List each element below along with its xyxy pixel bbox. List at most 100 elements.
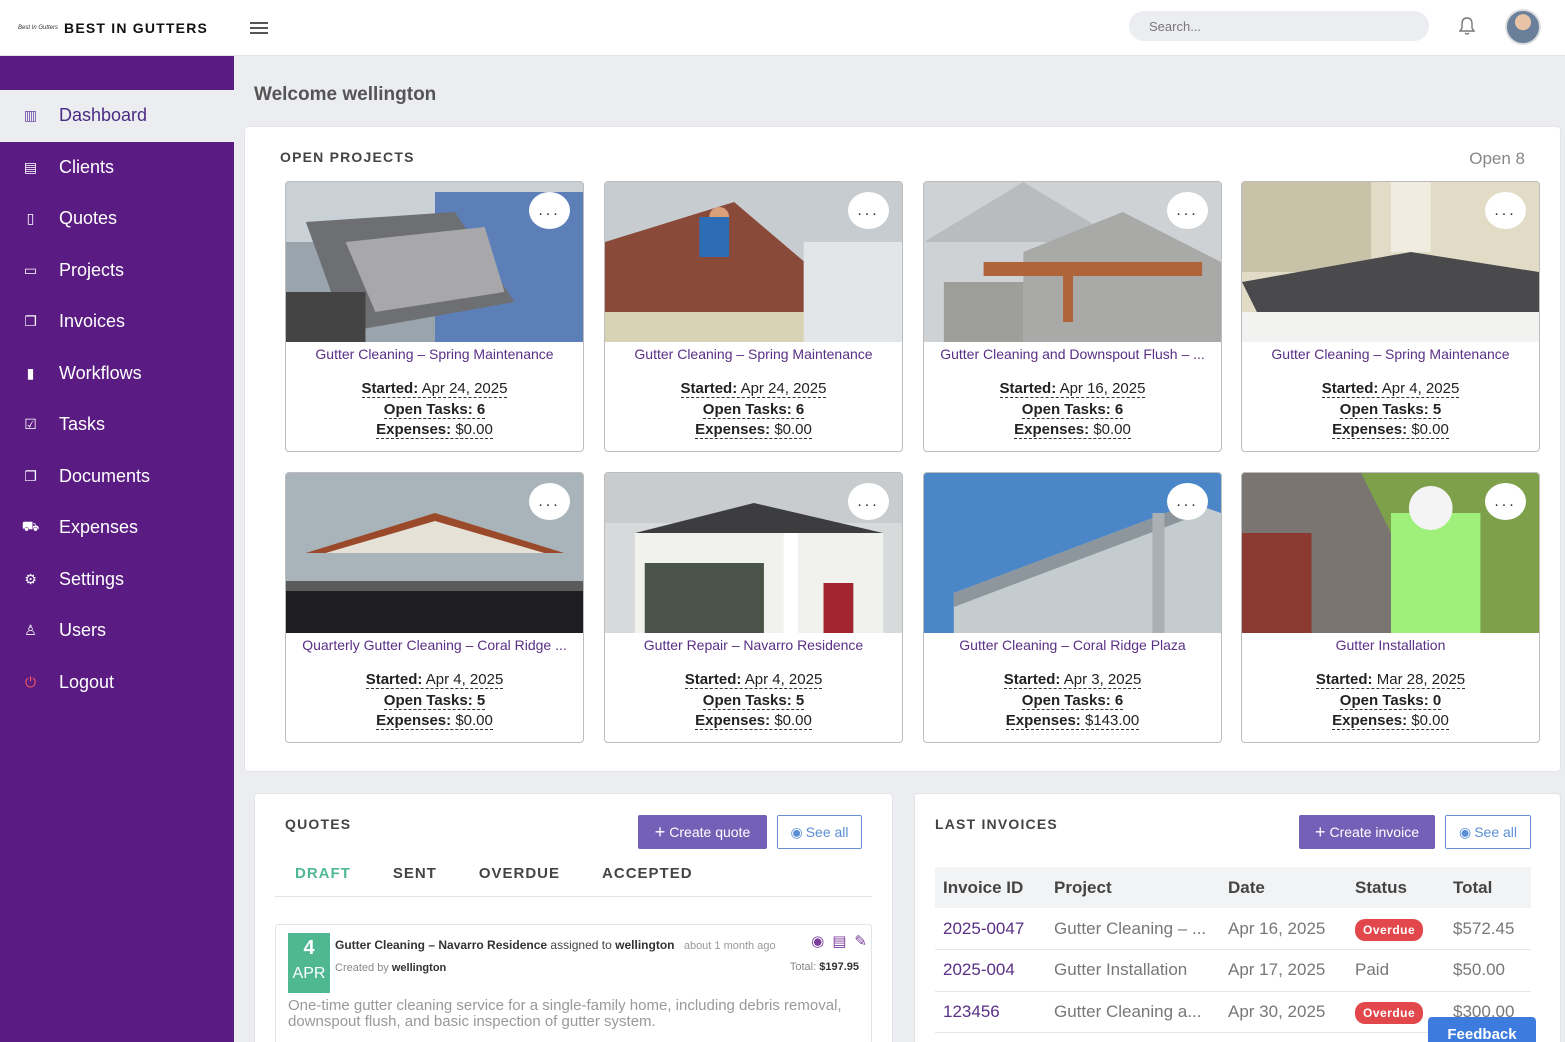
project-menu-button[interactable]: ... — [529, 192, 570, 229]
tasks-label: Open Tasks: — [1021, 691, 1111, 709]
tasks-value: 6 — [1114, 691, 1124, 709]
pdf-icon[interactable]: ▤ — [832, 932, 846, 950]
quotes-title: QUOTES — [285, 816, 352, 832]
bell-icon[interactable] — [1458, 16, 1476, 36]
project-card[interactable]: ... Gutter Cleaning and Downspout Flush … — [923, 181, 1222, 452]
project-title[interactable]: Gutter Cleaning – Coral Ridge Plaza — [932, 637, 1213, 653]
sidebar-item-label: Users — [59, 620, 107, 641]
create-quote-button[interactable]: + Create quote — [638, 815, 767, 849]
sidebar: ▥ Dashboard ▤ Clients ▯ Quotes ▭ Projects ❐ I… — [0, 56, 234, 1042]
project-title[interactable]: Gutter Repair – Navarro Residence — [613, 637, 894, 653]
sidebar-item-tasks[interactable]: ☑ Tasks — [0, 399, 234, 451]
expenses-label: Expenses: — [695, 421, 771, 438]
feedback-button[interactable]: Feedback — [1428, 1017, 1536, 1042]
sidebar-item-settings[interactable]: ⚙ Settings — [0, 554, 234, 606]
project-title[interactable]: Gutter Installation — [1250, 637, 1531, 653]
brand[interactable]: Best In Gutters BEST IN GUTTERS — [0, 20, 234, 36]
project-card[interactable]: ... Gutter Cleaning – Spring Maintenance… — [285, 181, 584, 452]
project-title[interactable]: Gutter Cleaning and Downspout Flush – ..… — [932, 346, 1213, 362]
project-title[interactable]: Gutter Cleaning – Spring Maintenance — [1250, 346, 1531, 362]
tasks-value: 5 — [795, 691, 805, 709]
column-header[interactable]: Total — [1445, 867, 1531, 908]
sidebar-item-label: Documents — [59, 465, 151, 486]
sidebar-nav: ▥ Dashboard ▤ Clients ▯ Quotes ▭ Projects ❐ I… — [0, 90, 234, 708]
project-card[interactable]: ... Gutter Repair – Navarro Residence St… — [604, 472, 903, 743]
project-menu-button[interactable]: ... — [529, 483, 570, 520]
quote-time-ago: about 1 month ago — [683, 940, 776, 952]
tasks-label: Open Tasks: — [1339, 400, 1429, 418]
started-label: Started: — [680, 380, 738, 397]
brand-name: BEST IN GUTTERS — [64, 19, 209, 36]
expenses-value: $143.00 — [1084, 712, 1140, 729]
sidebar-item-clients[interactable]: ▤ Clients — [0, 142, 234, 194]
sidebar-item-projects[interactable]: ▭ Projects — [0, 245, 234, 297]
table-row[interactable]: 2025-0047 Gutter Cleaning – ... Apr 16, … — [935, 908, 1531, 950]
project-card[interactable]: ... Quarterly Gutter Cleaning – Coral Ri… — [285, 472, 584, 743]
project-menu-button[interactable]: ... — [1485, 192, 1526, 229]
project-menu-button[interactable]: ... — [848, 483, 889, 520]
tasks-label: Open Tasks: — [702, 691, 792, 709]
expenses-label: Expenses: — [376, 712, 452, 729]
tab-overdue[interactable]: OVERDUE — [457, 849, 580, 896]
expenses-label: Expenses: — [1332, 712, 1408, 729]
sidebar-item-logout[interactable]: ⏻ Logout — [0, 657, 234, 709]
project-card[interactable]: ... Gutter Installation Started: Mar 28,… — [1241, 472, 1540, 743]
see-all-invoices-button[interactable]: ◉ See all — [1445, 815, 1531, 849]
table-row[interactable]: 2025-004 Gutter Installation Apr 17, 202… — [935, 949, 1531, 992]
invoice-id[interactable]: 123456 — [935, 991, 1046, 1033]
invoice-total: $572.45 — [1445, 908, 1531, 950]
started-value: Apr 4, 2025 — [425, 671, 504, 688]
project-meta: Started: Apr 3, 2025 Open Tasks: 6 Expen… — [924, 670, 1221, 732]
project-meta: Started: Apr 4, 2025 Open Tasks: 5 Expen… — [1242, 379, 1539, 441]
project-menu-button[interactable]: ... — [1167, 192, 1208, 229]
project-card[interactable]: ... Gutter Cleaning – Spring Maintenance… — [1241, 181, 1540, 452]
see-all-quotes-button[interactable]: ◉ See all — [777, 815, 862, 849]
invoice-date: Apr 16, 2025 — [1220, 908, 1347, 950]
created-text: Created by — [335, 962, 389, 974]
sidebar-item-dashboard[interactable]: ▥ Dashboard — [0, 90, 234, 142]
sidebar-item-quotes[interactable]: ▯ Quotes — [0, 193, 234, 245]
sidebar-item-label: Expenses — [59, 517, 139, 538]
project-title[interactable]: Gutter Cleaning – Spring Maintenance — [613, 346, 894, 362]
expenses-label: Expenses: — [1332, 421, 1408, 438]
column-header[interactable]: Status — [1347, 867, 1445, 908]
tab-draft[interactable]: DRAFT — [275, 849, 371, 896]
quote-title[interactable]: Gutter Cleaning – Navarro Residence — [335, 938, 547, 952]
view-icon[interactable]: ◉ — [811, 932, 824, 950]
tab-accepted[interactable]: ACCEPTED — [580, 849, 713, 896]
sidebar-item-label: Projects — [59, 259, 125, 280]
cart-icon: ⛟ — [21, 518, 40, 535]
edit-icon[interactable]: ✎ — [854, 932, 867, 950]
search-input[interactable] — [1129, 11, 1429, 41]
project-menu-button[interactable]: ... — [1167, 483, 1208, 520]
invoice-id[interactable]: 2025-004 — [935, 949, 1046, 992]
sidebar-item-documents[interactable]: ❐ Documents — [0, 451, 234, 503]
project-card[interactable]: ... Gutter Cleaning – Spring Maintenance… — [604, 181, 903, 452]
menu-toggle-icon[interactable] — [250, 21, 268, 34]
column-header[interactable]: Date — [1220, 867, 1347, 908]
project-menu-button[interactable]: ... — [1485, 483, 1526, 520]
invoice-id[interactable]: 2025-0047 — [935, 908, 1046, 950]
quote-list-item[interactable]: 4 APR Gutter Cleaning – Navarro Residenc… — [275, 924, 872, 1042]
tab-sent[interactable]: SENT — [371, 849, 457, 896]
files-icon: ❐ — [24, 467, 37, 484]
sidebar-item-label: Settings — [59, 568, 125, 589]
tasks-value: 0 — [1432, 691, 1442, 709]
column-header[interactable]: Project — [1046, 867, 1220, 908]
invoice-project: Gutter Cleaning – ... — [1046, 908, 1220, 950]
column-header[interactable]: Invoice ID — [935, 867, 1046, 908]
sidebar-item-users[interactable]: ♙ Users — [0, 605, 234, 657]
brand-logo: Best In Gutters — [18, 24, 59, 31]
project-meta: Started: Apr 4, 2025 Open Tasks: 5 Expen… — [605, 670, 902, 732]
expenses-value: $0.00 — [774, 712, 812, 729]
avatar[interactable] — [1505, 9, 1541, 45]
project-card[interactable]: ... Gutter Cleaning – Coral Ridge Plaza … — [923, 472, 1222, 743]
sidebar-item-workflows[interactable]: ▮ Workflows — [0, 348, 234, 400]
status-badge: Overdue — [1355, 918, 1424, 941]
sidebar-item-invoices[interactable]: ❐ Invoices — [0, 296, 234, 348]
create-invoice-button[interactable]: + Create invoice — [1299, 815, 1435, 849]
project-title[interactable]: Gutter Cleaning – Spring Maintenance — [294, 346, 575, 362]
sidebar-item-expenses[interactable]: ⛟ Expenses — [0, 502, 234, 554]
project-title[interactable]: Quarterly Gutter Cleaning – Coral Ridge … — [294, 637, 575, 653]
project-menu-button[interactable]: ... — [848, 192, 889, 229]
